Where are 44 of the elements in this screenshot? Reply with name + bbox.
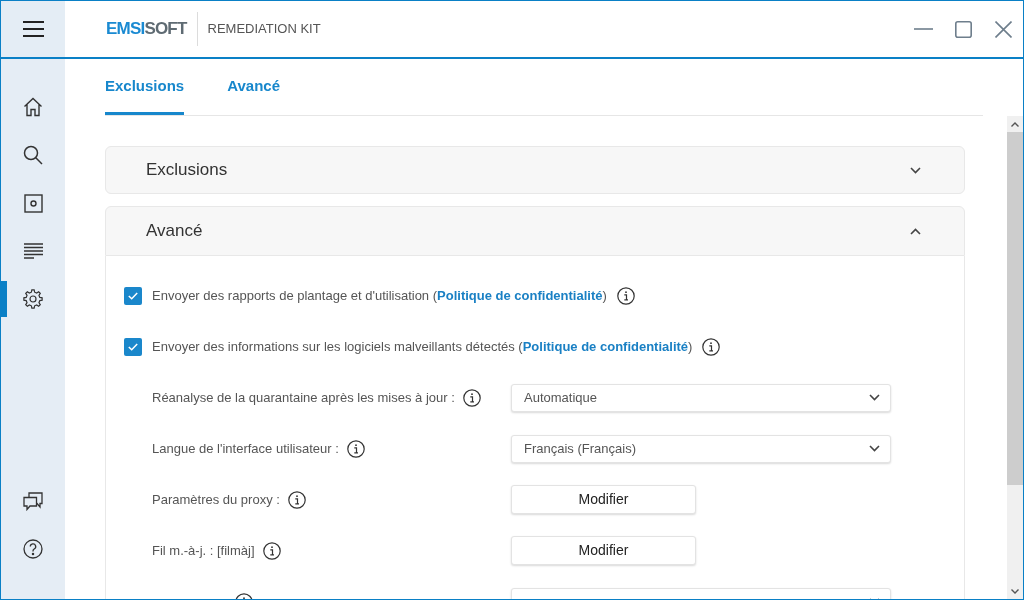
chevron-down-icon — [869, 394, 880, 401]
checkbox[interactable] — [124, 337, 142, 356]
chevron-down-icon — [869, 445, 880, 452]
privacy-link[interactable]: Politique de confidentialité — [437, 287, 603, 303]
info-icon[interactable] — [462, 388, 481, 407]
gear-icon — [23, 289, 43, 309]
dropdown[interactable]: Français (Français) — [511, 434, 891, 463]
close-icon — [994, 20, 1012, 38]
scrollbar[interactable] — [1007, 116, 1023, 599]
option-label: Envoyer des rapports de plantage et d'utilisation (Politique de confidentialité) — [152, 286, 607, 305]
info-icon[interactable] — [346, 439, 365, 458]
lines-icon — [23, 243, 43, 259]
info-icon[interactable] — [616, 286, 635, 305]
search-icon — [23, 145, 43, 165]
checkbox[interactable] — [124, 286, 142, 305]
modify-button[interactable]: Modifier — [511, 485, 696, 514]
chat-icon — [23, 491, 43, 511]
privacy-link[interactable]: Politique de confidentialité — [522, 338, 689, 354]
help-icon — [23, 539, 43, 559]
maximize-icon — [954, 20, 972, 38]
info-icon[interactable] — [262, 541, 281, 560]
checkmark-icon — [128, 342, 138, 351]
caret-down-icon — [1011, 588, 1019, 594]
tab[interactable]: Exclusions — [105, 76, 185, 115]
info-icon[interactable] — [702, 337, 721, 356]
info-icon[interactable] — [287, 490, 306, 509]
setting-label: Réanalyse de la quarantaine après les mises à jour : — [152, 388, 455, 407]
scrollbar-thumb[interactable] — [1007, 132, 1023, 485]
checkmark-icon — [128, 291, 138, 300]
modify-button[interactable]: Modifier — [511, 536, 696, 565]
setting-label: Paramètres du proxy : — [152, 490, 280, 509]
option-label: Envoyer des informations sur les logiciels malveillants détectés (Politique de confidentialité) — [152, 337, 693, 356]
accordion-header[interactable]: Exclusions — [105, 146, 965, 194]
setting-label: Fil m.-à-j. : [filmàj] — [152, 541, 255, 560]
dropdown[interactable]: Automatique — [511, 383, 891, 412]
setting-label: Langue de l'interface utilisateur : — [152, 439, 339, 458]
accordion-header[interactable]: Avancé — [105, 206, 965, 256]
tab[interactable]: Avancé — [227, 76, 280, 115]
menu-icon[interactable] — [22, 21, 44, 37]
minimize-icon — [913, 28, 933, 30]
product-name: REMEDIATION KIT — [207, 20, 321, 39]
home-icon — [23, 97, 43, 117]
logo: EMSISOFT — [106, 18, 187, 40]
caret-up-icon — [1011, 121, 1019, 127]
